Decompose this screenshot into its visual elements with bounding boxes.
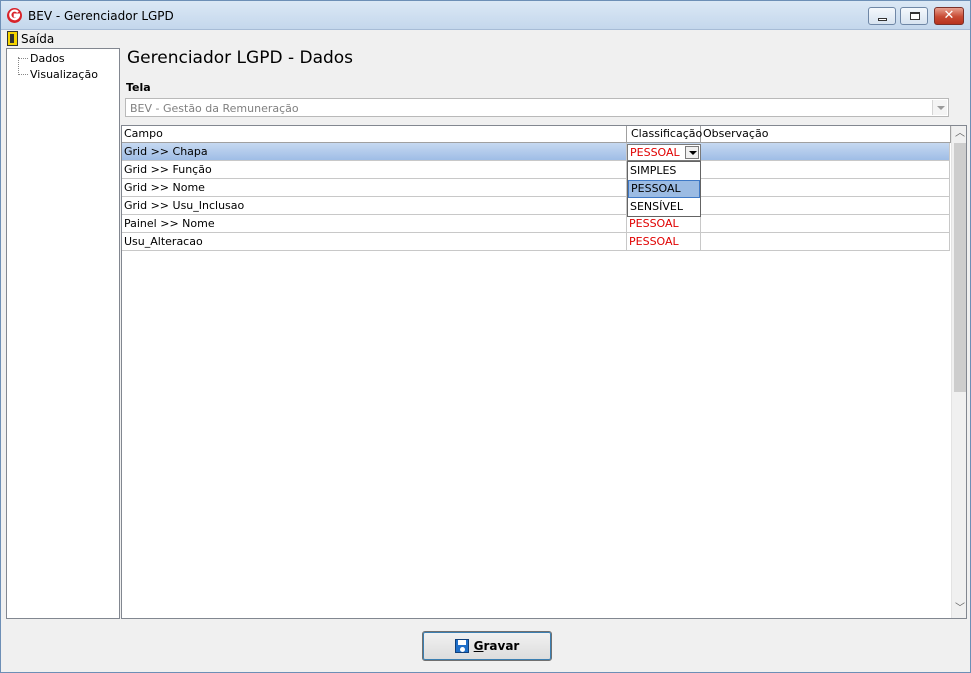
title-bar[interactable]: BEV - Gerenciador LGPD ✕ (1, 1, 970, 30)
cell-campo[interactable]: Grid >> Função (122, 161, 627, 178)
scroll-up-icon[interactable]: ︿ (952, 126, 966, 142)
cell-campo[interactable]: Grid >> Chapa (122, 143, 627, 160)
cell-campo[interactable]: Usu_Alteracao (122, 233, 627, 250)
column-header-classificacao[interactable]: Classificação (627, 126, 702, 142)
close-icon: ✕ (943, 8, 955, 23)
navigation-tree: Dados Visualização (6, 48, 120, 619)
save-button-label: Gravar (474, 639, 520, 653)
table-row[interactable]: Usu_Alteracao PESSOAL (122, 233, 950, 251)
cell-observacao[interactable] (701, 197, 950, 214)
chevron-down-icon[interactable] (932, 100, 947, 115)
column-header-campo[interactable]: Campo (122, 126, 627, 142)
minimize-icon (878, 18, 887, 21)
cell-campo[interactable]: Grid >> Usu_Inclusao (122, 197, 627, 214)
cell-campo[interactable]: Grid >> Nome (122, 179, 627, 196)
cell-observacao[interactable] (701, 161, 950, 178)
tela-select-value: BEV - Gestão da Remuneração (130, 102, 299, 115)
maximize-button[interactable] (900, 7, 928, 25)
tree-item-visualizacao[interactable]: Visualização (7, 67, 98, 82)
maximize-icon (910, 12, 920, 20)
minimize-button[interactable] (868, 7, 896, 25)
table-row[interactable]: Grid >> Usu_Inclusao (122, 197, 950, 215)
app-logo-icon (7, 8, 22, 23)
cell-classificacao[interactable]: PESSOAL (627, 215, 701, 232)
table-row[interactable]: Grid >> Nome (122, 179, 950, 197)
table-row[interactable]: Grid >> Função (122, 161, 950, 179)
classificacao-dropdown: SIMPLES PESSOAL SENSÍVEL (627, 161, 701, 217)
cell-observacao[interactable] (701, 179, 950, 196)
exit-door-icon (7, 31, 18, 46)
vertical-scrollbar[interactable]: ︿ ﹀ (951, 126, 966, 618)
dropdown-option-simples[interactable]: SIMPLES (628, 162, 700, 180)
scroll-down-icon[interactable]: ﹀ (952, 601, 966, 617)
classificacao-editor[interactable]: PESSOAL (627, 144, 701, 161)
save-button[interactable]: Gravar (422, 631, 552, 661)
dropdown-option-sensivel[interactable]: SENSÍVEL (628, 198, 700, 216)
tree-branch-line (18, 74, 28, 75)
tree-item-label: Visualização (30, 68, 98, 81)
tree-item-dados[interactable]: Dados (7, 51, 65, 66)
menu-bar: Saída (1, 30, 970, 47)
chevron-down-icon[interactable] (685, 146, 699, 159)
tela-label: Tela (126, 81, 151, 94)
page-title: Gerenciador LGPD - Dados (127, 48, 354, 68)
tree-branch-line (18, 58, 28, 59)
cell-observacao[interactable] (701, 233, 950, 250)
table-row[interactable]: Painel >> Nome PESSOAL (122, 215, 950, 233)
dropdown-option-pessoal[interactable]: PESSOAL (628, 180, 700, 198)
table-row[interactable]: Grid >> Chapa (122, 143, 950, 161)
save-disk-icon (454, 639, 469, 653)
close-button[interactable]: ✕ (934, 7, 964, 25)
column-header-observacao[interactable]: Observação (701, 126, 951, 142)
save-button-label-rest: ravar (483, 639, 520, 653)
tree-item-label: Dados (30, 52, 65, 65)
menu-item-exit[interactable]: Saída (7, 30, 54, 47)
classificacao-editor-value: PESSOAL (630, 146, 680, 159)
scroll-thumb[interactable] (954, 143, 966, 392)
menu-item-exit-label: Saída (21, 31, 55, 46)
cell-classificacao[interactable]: PESSOAL (627, 233, 701, 250)
grid-header: Campo Classificação Observação (122, 126, 951, 143)
cell-campo[interactable]: Painel >> Nome (122, 215, 627, 232)
tela-select[interactable]: BEV - Gestão da Remuneração (125, 98, 949, 117)
app-window: BEV - Gerenciador LGPD ✕ Saída Dados Vis… (0, 0, 971, 673)
cell-observacao[interactable] (701, 143, 950, 160)
data-grid: Campo Classificação Observação Grid >> C… (121, 125, 967, 619)
window-title: BEV - Gerenciador LGPD (28, 9, 174, 23)
save-button-mnemonic: G (473, 639, 484, 653)
cell-observacao[interactable] (701, 215, 950, 232)
